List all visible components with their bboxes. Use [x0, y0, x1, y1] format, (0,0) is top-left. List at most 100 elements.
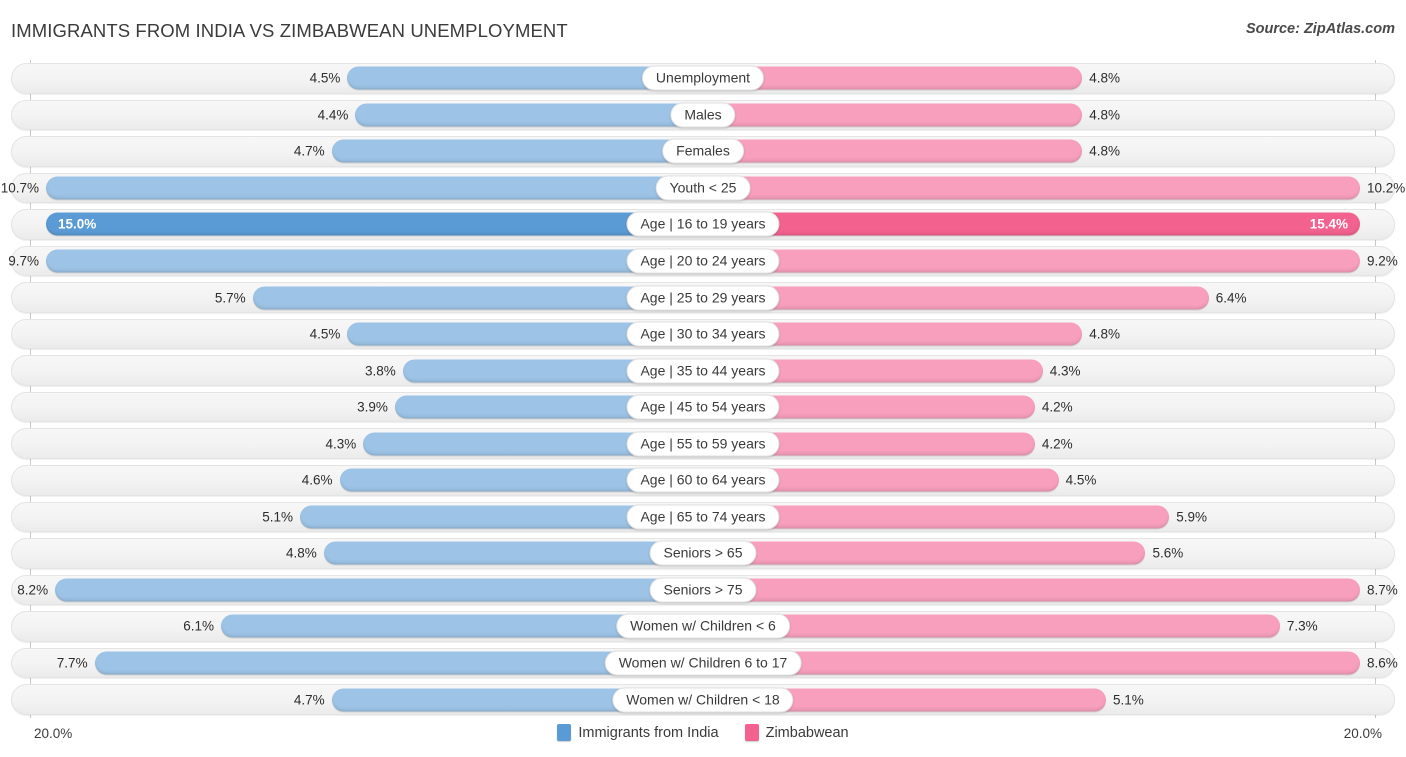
value-label-right: 4.2% [1041, 436, 1073, 452]
value-label-right: 9.2% [1367, 253, 1398, 269]
value-label-left: 10.7% [0, 180, 39, 196]
category-label-pill: Age | 20 to 24 years [626, 248, 780, 274]
category-label-pill: Age | 35 to 44 years [626, 358, 780, 384]
bar-row: 10.7% 10.2% Youth < 25 [0, 170, 1406, 207]
bar-right-zimbabwean [703, 212, 1360, 236]
category-label-pill: Age | 30 to 34 years [626, 321, 780, 347]
legend-swatch-icon [744, 724, 759, 741]
legend-item[interactable]: Zimbabwean [744, 724, 849, 741]
value-label-right: 8.6% [1367, 655, 1398, 671]
bar-row: 15.0% 15.4% Age | 16 to 19 years [0, 206, 1406, 243]
value-label-left: 15.0% [58, 216, 97, 232]
value-label-left: 4.6% [301, 472, 333, 488]
value-label-left: 4.7% [293, 692, 325, 708]
value-label-left: 4.3% [325, 436, 357, 452]
value-label-left: 7.7% [56, 655, 88, 671]
bar-row: 4.3% 4.2% Age | 55 to 59 years [0, 425, 1406, 462]
category-label-pill: Females [662, 138, 744, 164]
category-label-pill: Youth < 25 [655, 175, 751, 201]
value-label-left: 6.1% [183, 618, 215, 634]
value-label-left: 5.7% [214, 290, 246, 306]
source-label: Source: ZipAtlas.com [1245, 21, 1395, 37]
bar-row: 5.1% 5.9% Age | 65 to 74 years [0, 499, 1406, 536]
value-label-right: 5.6% [1152, 545, 1184, 561]
value-label-left: 3.8% [364, 363, 396, 379]
category-label-pill: Age | 65 to 74 years [626, 504, 780, 530]
category-label-pill: Age | 45 to 54 years [626, 394, 780, 420]
category-label-pill: Women w/ Children 6 to 17 [604, 650, 802, 676]
value-label-left: 4.5% [309, 326, 341, 342]
value-label-left: 4.5% [309, 70, 341, 86]
value-label-left: 9.7% [8, 253, 39, 269]
category-label-pill: Seniors > 65 [649, 540, 757, 566]
value-label-right: 4.2% [1041, 399, 1073, 415]
legend-swatch-icon [557, 724, 572, 741]
bar-right-zimbabwean [703, 541, 1146, 565]
bar-row: 7.7% 8.6% Women w/ Children 6 to 17 [0, 645, 1406, 682]
value-label-right: 5.9% [1176, 509, 1207, 525]
bar-row: 4.5% 4.8% Unemployment [0, 60, 1406, 97]
value-label-right: 4.8% [1089, 107, 1121, 123]
legend-label: Immigrants from India [578, 724, 719, 741]
legend-item[interactable]: Immigrants from India [557, 724, 719, 741]
value-label-right: 4.8% [1089, 143, 1121, 159]
value-label-left: 3.9% [357, 399, 388, 415]
legend-label: Zimbabwean [765, 724, 849, 741]
bar-row: 4.7% 4.8% Females [0, 133, 1406, 170]
bar-row: 4.4% 4.8% Males [0, 97, 1406, 134]
value-label-left: 4.8% [285, 545, 317, 561]
category-label-pill: Age | 55 to 59 years [626, 431, 780, 457]
bar-row: 6.1% 7.3% Women w/ Children < 6 [0, 608, 1406, 645]
category-label-pill: Age | 16 to 19 years [626, 211, 780, 237]
bar-row: 9.7% 9.2% Age | 20 to 24 years [0, 243, 1406, 280]
category-label-pill: Women w/ Children < 18 [612, 687, 794, 713]
category-label-pill: Women w/ Children < 6 [616, 613, 790, 639]
chart-header: IMMIGRANTS FROM INDIA VS ZIMBABWEAN UNEM… [0, 0, 1406, 58]
value-label-right: 4.8% [1089, 326, 1121, 342]
bar-row: 8.2% 8.7% Seniors > 75 [0, 572, 1406, 609]
value-label-right: 8.7% [1367, 582, 1398, 598]
bar-row: 4.7% 5.1% Women w/ Children < 18 [0, 681, 1406, 718]
value-label-right: 7.3% [1286, 618, 1318, 634]
bar-row: 4.5% 4.8% Age | 30 to 34 years [0, 316, 1406, 353]
page-title: IMMIGRANTS FROM INDIA VS ZIMBABWEAN UNEM… [11, 20, 568, 41]
bar-rows-container: 4.5% 4.8% Unemployment 4.4% 4.8% Males 4.7% 4.8… [0, 60, 1406, 718]
value-label-left: 4.7% [293, 143, 325, 159]
chart-footer: 20.0% 20.0% Immigrants from India Zimbabw… [0, 718, 1406, 757]
bar-left-immigrants-from-india [355, 103, 703, 127]
bar-row: 4.6% 4.5% Age | 60 to 64 years [0, 462, 1406, 499]
category-label-pill: Males [670, 102, 736, 128]
bar-right-zimbabwean [703, 103, 1083, 127]
category-label-pill: Age | 60 to 64 years [626, 467, 780, 493]
bar-row: 3.9% 4.2% Age | 45 to 54 years [0, 389, 1406, 426]
bar-left-immigrants-from-india [331, 139, 703, 163]
value-label-left: 8.2% [17, 582, 49, 598]
value-label-left: 5.1% [262, 509, 294, 525]
bar-left-immigrants-from-india [46, 212, 703, 236]
bar-left-immigrants-from-india [46, 249, 703, 273]
category-label-pill: Age | 25 to 29 years [626, 285, 780, 311]
bar-left-immigrants-from-india [323, 541, 703, 565]
bar-right-zimbabwean [703, 139, 1083, 163]
bar-right-zimbabwean [703, 249, 1360, 273]
bar-right-zimbabwean [703, 176, 1360, 200]
value-label-right: 10.2% [1367, 180, 1406, 196]
value-label-left: 4.4% [317, 107, 349, 123]
bar-row: 4.8% 5.6% Seniors > 65 [0, 535, 1406, 572]
bar-right-zimbabwean [703, 578, 1360, 602]
value-label-right: 4.3% [1049, 363, 1081, 379]
value-label-right: 6.4% [1215, 290, 1247, 306]
value-label-right: 4.5% [1065, 472, 1097, 488]
bar-row: 3.8% 4.3% Age | 35 to 44 years [0, 352, 1406, 389]
category-label-pill: Seniors > 75 [649, 577, 757, 603]
chart-legend: Immigrants from India Zimbabwean [0, 724, 1406, 741]
value-label-right: 5.1% [1112, 692, 1144, 708]
value-label-right: 4.8% [1089, 70, 1121, 86]
bar-left-immigrants-from-india [46, 176, 703, 200]
category-label-pill: Unemployment [641, 65, 765, 91]
chart-plot-area: 4.5% 4.8% Unemployment 4.4% 4.8% Males 4.7% 4.8… [0, 60, 1406, 718]
bar-row: 5.7% 6.4% Age | 25 to 29 years [0, 279, 1406, 316]
value-label-right: 15.4% [1309, 216, 1348, 232]
bar-left-immigrants-from-india [55, 578, 703, 602]
bar-right-zimbabwean [703, 651, 1360, 675]
